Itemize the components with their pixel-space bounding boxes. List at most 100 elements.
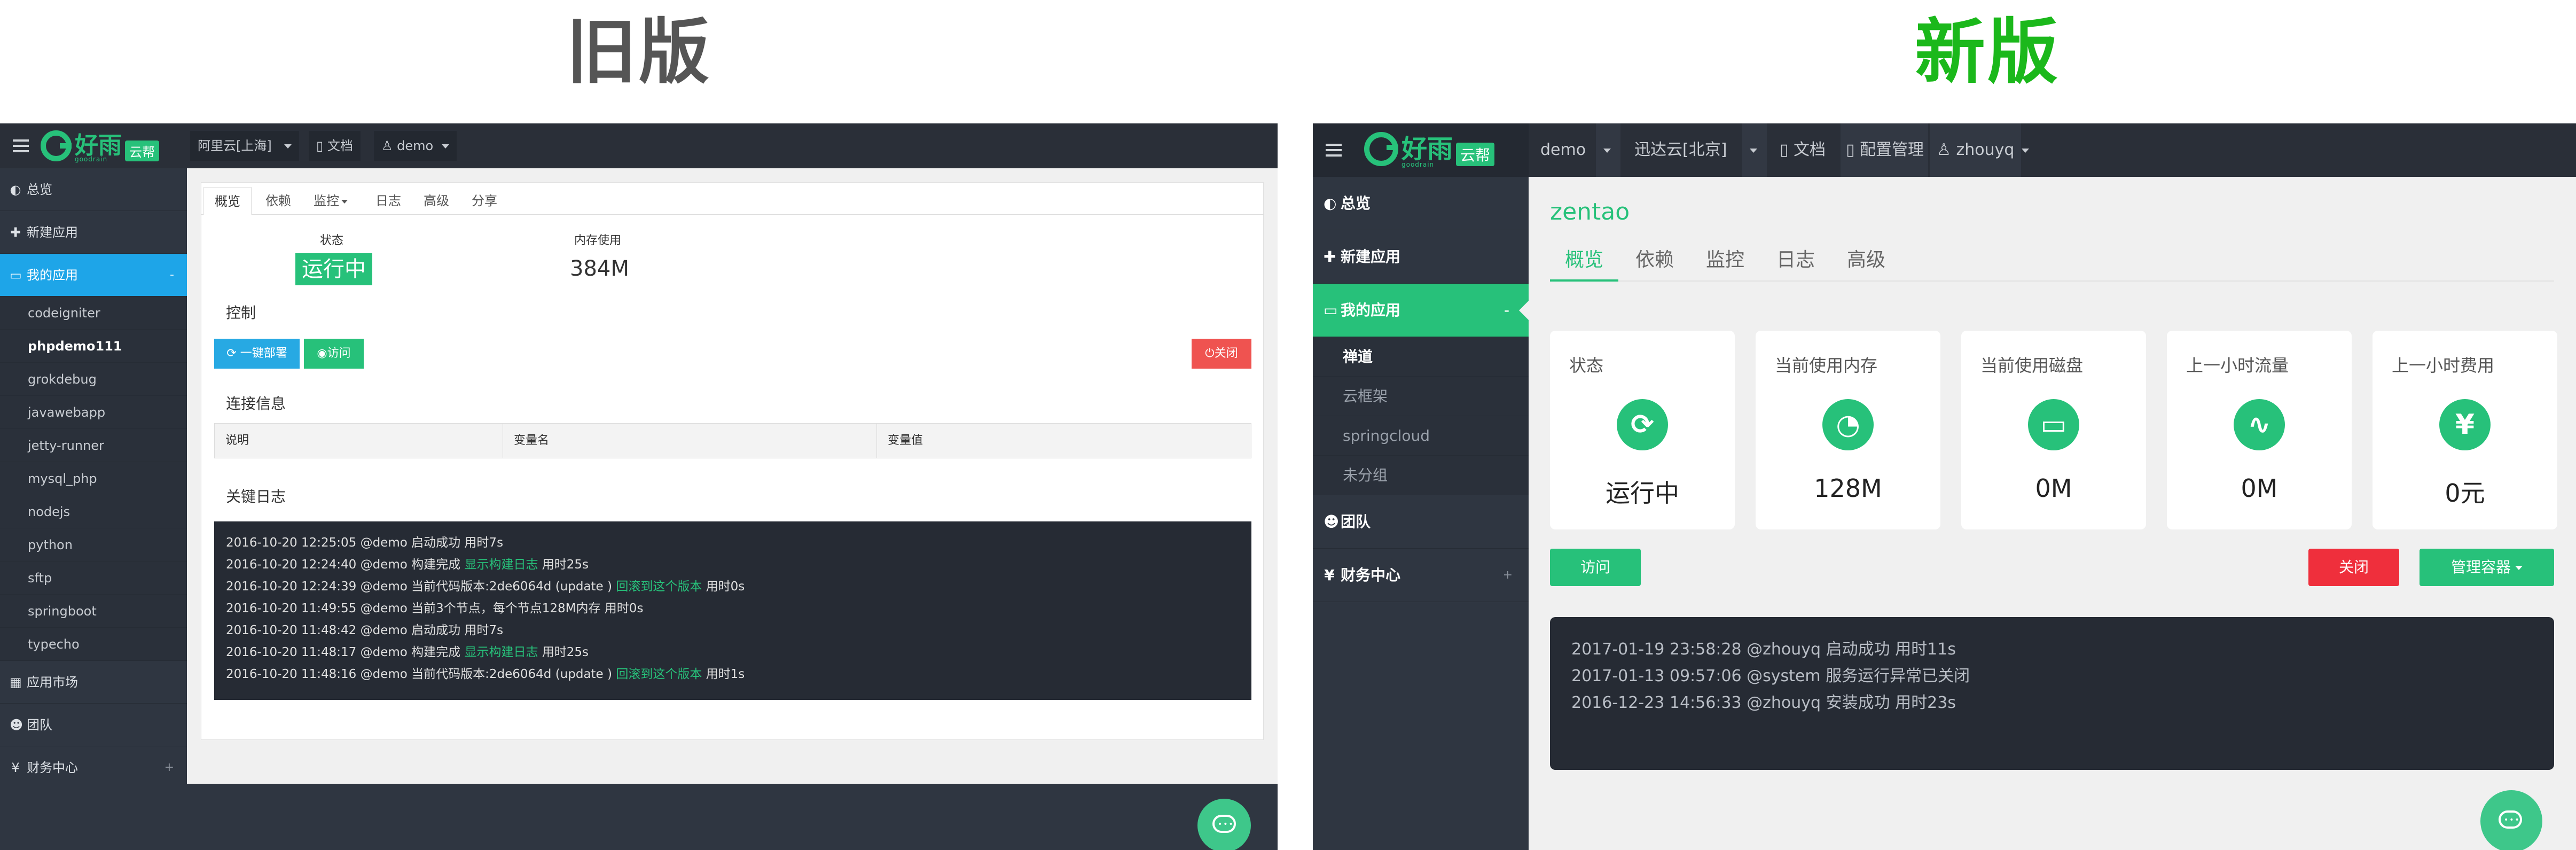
manage-container-button[interactable]: 管理容器 [2420,549,2554,586]
sidebar-item-my-apps[interactable]: ▭ 我的应用 - [1313,284,1529,337]
visit-label: 访问 [327,347,351,360]
sidebar-item-team[interactable]: ☻团队 [0,704,187,746]
logo-text: 好雨 [75,131,122,159]
tab-dependencies[interactable]: 依赖 [1620,244,1689,282]
team-selector[interactable]: demo [1529,123,1596,177]
tab-monitor[interactable]: 监控 [1691,244,1759,282]
user-menu[interactable]: ♙ zhouyq [1930,123,2029,177]
stat-card: 当前使用内存 ◔ 128M [1756,331,1940,529]
sidebar-app-item[interactable]: sftp [0,562,187,595]
stat-card-value: 运行中 [1606,479,1679,508]
tab-monitor[interactable]: 监控 [303,187,358,215]
table-header-variable-value: 变量值 [888,434,923,447]
deploy-label: 一键部署 [240,347,287,360]
sidebar-app-item[interactable]: codeigniter [0,297,187,330]
sidebar-item-new-app[interactable]: ✚ 新建应用 [0,211,187,254]
user-menu[interactable]: ♙ demo [374,131,457,161]
one-click-deploy-button[interactable]: ⟳ 一键部署 [214,339,300,369]
sidebar-group-item[interactable]: springcloud [1313,416,1529,456]
team-dropdown-toggle[interactable] [1596,123,1620,177]
sidebar-group-item[interactable]: 禅道 [1313,337,1529,377]
sidebar-item-label: 我的应用 [27,268,78,283]
old-top-navbar: 好雨 云帮 goodrain 阿里云[上海] ▯ 文档 ♙ demo [0,123,1278,168]
logo-badge: 云帮 [1456,143,1495,166]
sidebar-item-overview[interactable]: ◐ 总览 [1313,177,1529,230]
region-selector[interactable]: 阿里云[上海] [190,131,279,161]
sidebar-item-label: 新建应用 [27,225,78,240]
sidebar-item-finance[interactable]: ¥ 财务中心 + [0,746,187,789]
config-management-link[interactable]: ▯ 配置管理 [1841,123,1928,177]
stat-card: 状态 ⟳ 运行中 [1550,331,1735,529]
tab-advanced[interactable]: 高级 [413,187,460,215]
sidebar-app-item[interactable]: python [0,528,187,562]
close-button[interactable]: 关闭 [2308,549,2399,586]
memory-value: 384M [570,256,629,281]
expand-icon[interactable]: + [1503,549,1513,602]
sidebar-app-item[interactable]: phpdemo111 [0,330,187,363]
docs-link[interactable]: ▯ 文档 [309,131,361,161]
region-dropdown-toggle[interactable] [278,131,299,161]
sidebar-item-finance[interactable]: ¥ 财务中心 + [1313,549,1529,602]
expand-icon[interactable]: + [165,746,174,789]
log-action-link[interactable]: 回滚到这个版本 [616,580,702,594]
connection-info-table: 说明 变量名 变量值 [214,423,1251,458]
visit-button[interactable]: ◉访问 [304,339,364,369]
log-line: 2016-10-20 11:49:55 @demo 当前3个节点，每个节点128… [226,598,1240,620]
menu-toggle-icon[interactable] [13,139,29,152]
sidebar-item-label: 财务中心 [27,760,78,775]
sidebar-app-item[interactable]: mysql_php [0,462,187,495]
tab-overview[interactable]: 概览 [1550,244,1619,282]
region-selector[interactable]: 迅达云[北京] [1623,123,1742,177]
log-line: 2016-10-20 11:48:16 @demo 当前代码版本:2de6064… [226,664,1240,685]
sidebar-app-item[interactable]: javawebapp [0,396,187,429]
key-logs-heading: 关键日志 [226,488,286,505]
log-duration: 用时25s [538,645,589,659]
speedometer-icon: ◔ [1822,399,1874,450]
docs-link[interactable]: ▯ 文档 [1769,123,1838,177]
sidebar-group-item[interactable]: 未分组 [1313,456,1529,495]
tab-overview[interactable]: 概览 [203,187,252,215]
sidebar-item-overview[interactable]: ◐ 总览 [0,168,187,211]
user-icon: ♙ [1937,141,1951,159]
tab-logs[interactable]: 日志 [1761,244,1830,282]
chat-button[interactable]: ••• [2480,790,2542,850]
log-action-link[interactable]: 显示构建日志 [464,558,538,572]
tab-share[interactable]: 分享 [461,187,508,215]
new-log-panel: 2017-01-19 23:58:28 @zhouyq 启动成功 用时11s 20… [1550,617,2554,770]
sidebar-app-item[interactable]: springboot [0,595,187,628]
sidebar-app-item[interactable]: jetty-runner [0,429,187,462]
goodrain-logo-icon [41,130,72,161]
sidebar-item-my-apps[interactable]: ▭ 我的应用 - [0,254,187,297]
sidebar-app-item[interactable]: nodejs [0,495,187,528]
region-dropdown-toggle[interactable] [1742,123,1767,177]
tab-logs[interactable]: 日志 [365,187,412,215]
visit-button[interactable]: 访问 [1550,549,1641,586]
sidebar-item-app-market[interactable]: ▦ 应用市场 [0,661,187,704]
sidebar-item-label: 团队 [1341,513,1371,531]
old-logo[interactable]: 好雨 云帮 goodrain [41,130,159,163]
collapse-icon[interactable]: - [170,254,174,297]
tab-advanced[interactable]: 高级 [1832,244,1900,282]
sidebar-app-item[interactable]: grokdebug [0,363,187,396]
old-app-panel: 概览 依赖 监控 日志 高级 分享 状态 运行中 内存使用 384M 控制 ⟳ … [201,182,1264,740]
active-pointer-icon [1519,301,1529,320]
log-line: 2016-10-20 12:25:05 @demo 启动成功 用时7s [226,532,1240,554]
log-action-link[interactable]: 回滚到这个版本 [616,667,702,681]
chevron-down-icon [341,199,348,204]
new-logo[interactable]: 好雨 云帮 goodrain [1364,132,1495,168]
log-action-link[interactable]: 显示构建日志 [464,645,538,659]
sidebar-item-label: 应用市场 [27,675,78,690]
users-icon: ☻ [1324,513,1340,531]
sidebar-item-team[interactable]: ☻团队 [1313,495,1529,549]
new-tab-bar: 概览 依赖 监控 日志 高级 [1550,244,2554,282]
tab-dependencies[interactable]: 依赖 [255,187,302,215]
sidebar-item-new-app[interactable]: ✚ 新建应用 [1313,230,1529,284]
chat-button[interactable]: ••• [1197,799,1251,850]
collapse-icon[interactable]: - [1504,284,1509,337]
log-text: 2016-10-20 11:48:17 @demo 构建完成 [226,645,465,659]
menu-toggle-icon[interactable] [1326,144,1342,157]
sidebar-group-item[interactable]: 云框架 [1313,377,1529,416]
old-tab-bar: 概览 依赖 监控 日志 高级 分享 [201,183,1264,215]
close-button[interactable]: ⏻关闭 [1192,339,1251,369]
sidebar-app-item[interactable]: typecho [0,628,187,661]
